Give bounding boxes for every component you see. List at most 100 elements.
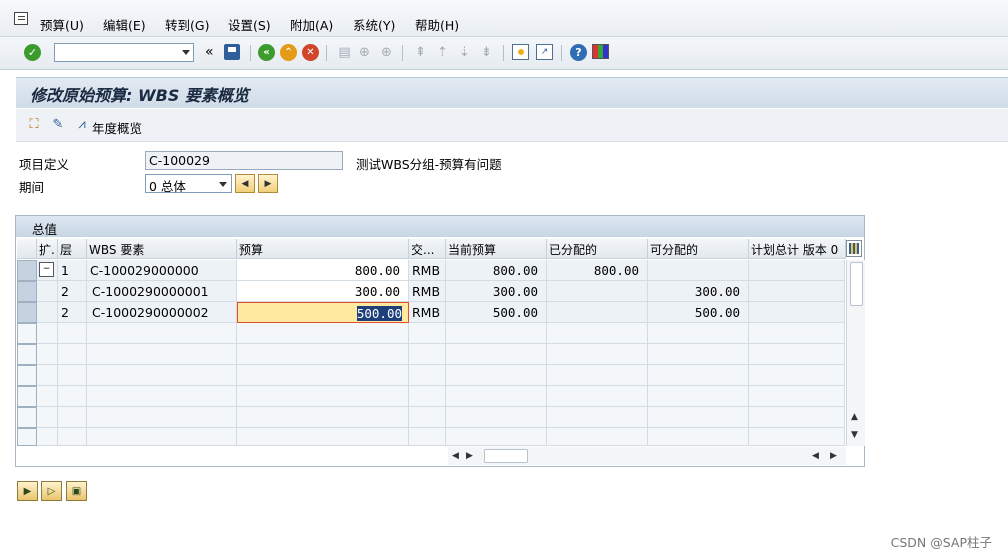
row-selector[interactable] (17, 365, 37, 386)
col-wbs[interactable]: WBS 要素 (87, 239, 237, 259)
empty-cell (58, 407, 87, 428)
empty-cell (87, 386, 237, 407)
empty-cell (648, 344, 749, 365)
help-icon[interactable]: ? (570, 44, 587, 61)
edit-icon[interactable]: ✎ (50, 117, 66, 133)
collapse-node-icon[interactable]: − (39, 262, 54, 277)
budget-input-focused[interactable]: 500.00 (237, 302, 409, 323)
vertical-scroll-thumb[interactable] (850, 262, 863, 306)
create-session-icon[interactable] (512, 44, 529, 60)
menu-edit[interactable]: 编辑(E) (103, 15, 146, 34)
scroll-up-icon[interactable]: ▲ (851, 412, 858, 422)
scroll-right-icon[interactable]: ▶ (466, 451, 473, 461)
currency-cell: RMB (409, 281, 446, 302)
menu-budget[interactable]: 预算(U) (40, 15, 84, 34)
empty-cell (37, 386, 58, 407)
cancel-icon[interactable]: ✕ (302, 44, 319, 61)
empty-cell (749, 428, 845, 446)
empty-cell (237, 323, 409, 344)
toolbar-separator (561, 45, 562, 61)
first-page-icon[interactable]: ⇞ (412, 44, 429, 61)
col-currency[interactable]: 交... (409, 239, 446, 259)
menu-settings[interactable]: 设置(S) (228, 15, 271, 34)
budget-input[interactable]: 300.00 (237, 281, 409, 302)
last-page-icon[interactable]: ⇟ (478, 44, 495, 61)
watermark: CSDN @SAP柱子 (890, 535, 992, 550)
empty-cell (409, 344, 446, 365)
empty-cell (58, 386, 87, 407)
row-selector[interactable] (17, 302, 37, 323)
select-block-button[interactable]: ▣ (66, 481, 87, 501)
col-budget[interactable]: 预算 (237, 239, 409, 259)
row-selector[interactable] (17, 407, 37, 428)
scroll-right-end-icon[interactable]: ▶ (830, 451, 837, 461)
col-expand[interactable]: 扩. (37, 239, 58, 259)
system-menu-icon[interactable] (14, 12, 28, 25)
empty-cell (87, 407, 237, 428)
menu-goto[interactable]: 转到(G) (165, 15, 209, 34)
previous-period-button[interactable]: ◀ (235, 174, 255, 193)
wbs-cell: C-1000290000001 (87, 281, 237, 302)
empty-cell (547, 365, 648, 386)
column-settings-icon[interactable] (846, 240, 862, 257)
col-distributable[interactable]: 可分配的 (648, 239, 749, 259)
table-row[interactable]: 2 C-1000290000002 500.00 RMB 500.00 500.… (17, 302, 845, 323)
print-icon[interactable]: ▤ (336, 44, 353, 61)
empty-row (17, 344, 845, 365)
period-select[interactable]: 0 总体 (145, 174, 232, 194)
save-icon[interactable] (224, 44, 240, 60)
scroll-left-icon[interactable]: ◀ (452, 451, 459, 461)
wbs-cell: C-100029000000 (87, 260, 237, 281)
select-all-button[interactable]: ▶ (17, 481, 38, 501)
vertical-scrollbar[interactable]: ▲ ▼ (846, 260, 865, 446)
next-period-button[interactable]: ▶ (258, 174, 278, 193)
empty-cell (409, 407, 446, 428)
exit-icon[interactable]: ⌃ (280, 44, 297, 61)
back-icon[interactable]: « (258, 44, 275, 61)
row-selector-header[interactable] (17, 239, 37, 259)
empty-cell (87, 428, 237, 446)
next-page-icon[interactable]: ⇣ (456, 44, 473, 61)
deselect-all-button[interactable]: ▷ (41, 481, 62, 501)
row-selector[interactable] (17, 323, 37, 344)
row-selector[interactable] (17, 428, 37, 446)
scroll-down-icon[interactable]: ▼ (851, 430, 858, 440)
table-row[interactable]: − 1 C-100029000000 800.00 RMB 800.00 800… (17, 260, 845, 281)
col-plan-total[interactable]: 计划总计 版本 0 (749, 239, 846, 259)
annual-overview-button[interactable]: 年度概览 (92, 118, 142, 137)
horizontal-scroll-thumb[interactable] (484, 449, 528, 463)
project-def-field[interactable]: C-100029 (145, 151, 343, 170)
empty-cell (58, 365, 87, 386)
enter-icon[interactable]: ✓ (24, 44, 41, 61)
chart-icon[interactable]: ⩘ (74, 117, 90, 133)
application-toolbar (16, 109, 1008, 142)
horizontal-scrollbar[interactable]: ◀ ▶ ◀ ▶ (448, 447, 846, 465)
layout-icon[interactable] (592, 44, 609, 59)
empty-cell (547, 344, 648, 365)
current-budget-cell: 500.00 (446, 302, 547, 323)
previous-page-icon[interactable]: ⇡ (434, 44, 451, 61)
menu-extras[interactable]: 附加(A) (290, 15, 333, 34)
expand-cell[interactable]: − (37, 260, 58, 281)
empty-cell (409, 428, 446, 446)
row-selector[interactable] (17, 260, 37, 281)
col-level[interactable]: 层 (58, 239, 87, 259)
row-selector[interactable] (17, 281, 37, 302)
table-row[interactable]: 2 C-1000290000001 300.00 RMB 300.00 300.… (17, 281, 845, 302)
find-next-icon[interactable]: ⊕ (378, 44, 395, 61)
col-current-budget[interactable]: 当前预算 (446, 239, 547, 259)
shortcut-icon[interactable]: ↗ (536, 44, 553, 60)
collapse-toolbar-button[interactable]: « (205, 44, 214, 60)
col-distributed[interactable]: 已分配的 (547, 239, 648, 259)
empty-cell (749, 407, 845, 428)
row-selector[interactable] (17, 386, 37, 407)
row-selector[interactable] (17, 344, 37, 365)
menu-help[interactable]: 帮助(H) (415, 15, 459, 34)
find-icon[interactable]: ⊕ (356, 44, 373, 61)
scroll-left-end-icon[interactable]: ◀ (812, 451, 819, 461)
budget-input[interactable]: 800.00 (237, 260, 409, 281)
hierarchy-icon[interactable]: ⛶ (26, 117, 42, 133)
menu-system[interactable]: 系统(Y) (353, 15, 395, 34)
table-caption: 总值 (32, 222, 58, 237)
command-field[interactable] (54, 43, 194, 62)
